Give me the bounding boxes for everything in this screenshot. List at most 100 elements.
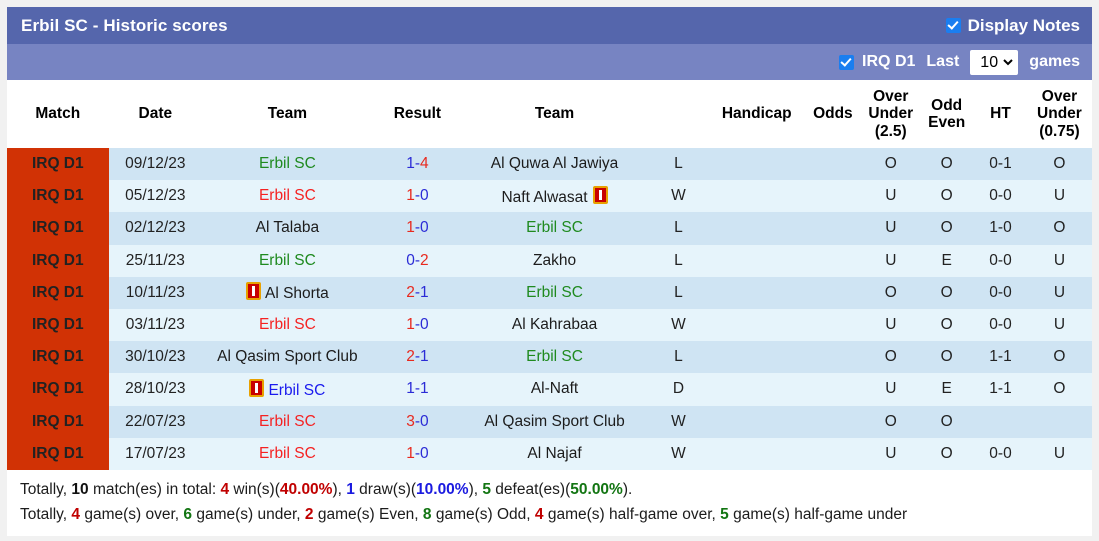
col-odd-even[interactable]: Odd Even bbox=[919, 80, 975, 148]
league-badge[interactable]: IRQ D1 bbox=[7, 308, 109, 342]
col-home-team[interactable]: Team bbox=[202, 80, 373, 148]
match-date: 17/07/23 bbox=[108, 437, 203, 470]
away-team-name[interactable]: Al Najaf bbox=[527, 445, 581, 462]
title-bar: Erbil SC - Historic scores Display Notes bbox=[7, 7, 1092, 44]
home-team-name[interactable]: Erbil SC bbox=[259, 445, 316, 462]
league-badge[interactable]: IRQ D1 bbox=[7, 373, 109, 406]
away-team-cell[interactable]: Al Qasim Sport Club bbox=[462, 405, 647, 438]
league-badge[interactable]: IRQ D1 bbox=[7, 212, 109, 245]
col-odds[interactable]: Odds bbox=[803, 80, 863, 148]
league-filter-checkbox[interactable] bbox=[839, 54, 855, 70]
away-team-cell[interactable]: Al Najaf bbox=[462, 437, 647, 470]
home-team-cell[interactable]: Erbil SC bbox=[202, 148, 373, 181]
away-team-name[interactable]: Zakho bbox=[533, 252, 576, 269]
home-team-cell[interactable]: Erbil SC bbox=[202, 437, 373, 470]
table-row[interactable]: IRQ D1 22/07/23 Erbil SC 3-0 Al Qasim Sport … bbox=[7, 405, 1092, 438]
away-team-name[interactable]: Erbil SC bbox=[526, 219, 583, 236]
over-under-075-value: O bbox=[1026, 148, 1092, 181]
score-away: 4 bbox=[419, 155, 429, 173]
home-team-cell[interactable]: Al Qasim Sport Club bbox=[202, 341, 373, 374]
home-team-name[interactable]: Al Qasim Sport Club bbox=[217, 348, 357, 365]
away-team-cell[interactable]: Zakho bbox=[462, 244, 647, 277]
result-score[interactable]: 2-1 bbox=[372, 276, 463, 309]
home-team-cell[interactable]: Erbil SC bbox=[202, 244, 373, 277]
result-score[interactable]: 1-0 bbox=[372, 212, 463, 245]
home-team-name[interactable]: Al Shorta bbox=[265, 285, 329, 302]
away-team-name[interactable]: Al Kahrabaa bbox=[512, 316, 597, 333]
home-team-cell[interactable]: Al Shorta bbox=[202, 276, 373, 309]
table-row[interactable]: IRQ D1 03/11/23 Erbil SC 1-0 Al Kahrabaa W U O 0… bbox=[7, 308, 1092, 342]
table-row[interactable]: IRQ D1 30/10/23 Al Qasim Sport Club 2-1 Erbi… bbox=[7, 341, 1092, 374]
away-team-name[interactable]: Al-Naft bbox=[531, 380, 578, 397]
result-score[interactable]: 1-0 bbox=[372, 308, 463, 342]
league-badge[interactable]: IRQ D1 bbox=[7, 276, 109, 309]
home-team-cell[interactable]: Al Talaba bbox=[202, 212, 373, 245]
outcome-badge: L bbox=[646, 212, 710, 245]
league-badge[interactable]: IRQ D1 bbox=[7, 148, 109, 181]
col-handicap[interactable]: Handicap bbox=[709, 80, 804, 148]
col-over-under-075[interactable]: Over Under (0.75) bbox=[1026, 80, 1092, 148]
away-team-cell[interactable]: Erbil SC bbox=[462, 212, 647, 245]
home-team-cell[interactable]: Erbil SC bbox=[202, 405, 373, 438]
result-score[interactable]: 1-1 bbox=[372, 373, 463, 406]
score-home: 1 bbox=[406, 187, 415, 205]
table-row[interactable]: IRQ D1 02/12/23 Al Talaba 1-0 Erbil SC L U O 1-0… bbox=[7, 212, 1092, 245]
col-result[interactable]: Result bbox=[372, 80, 463, 148]
outcome-badge: W bbox=[646, 180, 710, 213]
away-team-cell[interactable]: Erbil SC bbox=[462, 341, 647, 374]
home-team-cell[interactable]: Erbil SC bbox=[202, 180, 373, 213]
col-over-under-25[interactable]: Over Under (2.5) bbox=[862, 80, 920, 148]
display-notes-checkbox[interactable] bbox=[945, 18, 961, 33]
away-team-cell[interactable]: Al Quwa Al Jawiya bbox=[462, 148, 647, 181]
away-team-cell[interactable]: Al-Naft bbox=[462, 373, 647, 406]
col-ht[interactable]: HT bbox=[974, 80, 1027, 148]
match-date: 02/12/23 bbox=[108, 212, 203, 245]
result-score[interactable]: 1-4 bbox=[372, 148, 463, 181]
table-row[interactable]: IRQ D1 10/11/23 Al Shorta 2-1 Erbil SC L O O 0-0… bbox=[7, 276, 1092, 309]
away-team-cell[interactable]: Erbil SC bbox=[462, 276, 647, 309]
table-row[interactable]: IRQ D1 05/12/23 Erbil SC 1-0 Naft Alwasat W U O… bbox=[7, 180, 1092, 213]
table-row[interactable]: IRQ D1 09/12/23 Erbil SC 1-4 Al Quwa Al Jawi… bbox=[7, 148, 1092, 181]
away-team-cell[interactable]: Naft Alwasat bbox=[462, 180, 647, 213]
home-team-name[interactable]: Erbil SC bbox=[268, 382, 325, 399]
col-date[interactable]: Date bbox=[108, 80, 203, 148]
home-team-name[interactable]: Al Talaba bbox=[256, 219, 319, 236]
away-team-name[interactable]: Al Qasim Sport Club bbox=[484, 413, 624, 430]
away-team-name[interactable]: Al Quwa Al Jawiya bbox=[491, 155, 619, 172]
league-badge[interactable]: IRQ D1 bbox=[7, 244, 109, 277]
games-count-select[interactable]: 10203050 bbox=[970, 49, 1019, 75]
home-team-cell[interactable]: Erbil SC bbox=[202, 308, 373, 342]
league-badge[interactable]: IRQ D1 bbox=[7, 437, 109, 470]
col-away-team[interactable]: Team bbox=[462, 80, 647, 148]
result-score[interactable]: 0-2 bbox=[372, 244, 463, 277]
away-team-name[interactable]: Erbil SC bbox=[526, 348, 583, 365]
table-row[interactable]: IRQ D1 25/11/23 Erbil SC 0-2 Zakho L U E 0-0 U bbox=[7, 244, 1092, 277]
home-team-name[interactable]: Erbil SC bbox=[259, 187, 316, 204]
odd-even-value: O bbox=[919, 437, 975, 470]
result-score[interactable]: 2-1 bbox=[372, 341, 463, 374]
display-notes-toggle[interactable]: Display Notes bbox=[945, 16, 1080, 36]
s1-defeats-text: defeat(es)( bbox=[491, 480, 571, 498]
league-badge[interactable]: IRQ D1 bbox=[7, 180, 109, 213]
result-score[interactable]: 3-0 bbox=[372, 405, 463, 438]
match-date: 03/11/23 bbox=[108, 308, 203, 342]
table-row[interactable]: IRQ D1 17/07/23 Erbil SC 1-0 Al Najaf W U O 0-0 U bbox=[7, 437, 1092, 470]
ht-score: 1-1 bbox=[974, 373, 1027, 406]
result-score[interactable]: 1-0 bbox=[372, 437, 463, 470]
home-team-name[interactable]: Erbil SC bbox=[259, 155, 316, 172]
home-team-name[interactable]: Erbil SC bbox=[259, 316, 316, 333]
league-badge[interactable]: IRQ D1 bbox=[7, 341, 109, 374]
home-team-name[interactable]: Erbil SC bbox=[259, 252, 316, 269]
league-filter-toggle[interactable]: IRQ D1 bbox=[839, 53, 915, 71]
away-team-cell[interactable]: Al Kahrabaa bbox=[462, 308, 647, 342]
table-row[interactable]: IRQ D1 28/10/23 Erbil SC 1-1 Al-Naft D U E 1-1 O bbox=[7, 373, 1092, 406]
home-team-cell[interactable]: Erbil SC bbox=[202, 373, 373, 406]
away-team-name[interactable]: Naft Alwasat bbox=[501, 189, 587, 206]
league-badge[interactable]: IRQ D1 bbox=[7, 405, 109, 438]
home-team-name[interactable]: Erbil SC bbox=[259, 413, 316, 430]
score-home: 1 bbox=[406, 444, 415, 462]
last-games-label: Last bbox=[926, 53, 960, 70]
result-score[interactable]: 1-0 bbox=[372, 180, 463, 213]
away-team-name[interactable]: Erbil SC bbox=[526, 284, 583, 301]
col-match[interactable]: Match bbox=[7, 80, 109, 148]
